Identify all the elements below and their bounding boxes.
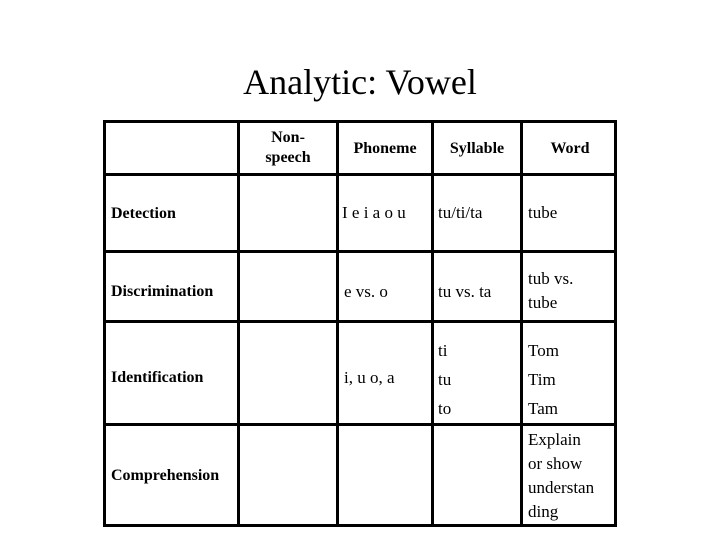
column-divider <box>237 120 240 527</box>
cell-discrimination-word: tub vs. tube <box>528 267 573 315</box>
word-line: tub vs. <box>528 269 574 288</box>
syllable-line: to <box>438 399 452 418</box>
cell-identification-phoneme: i, u o, a <box>344 368 395 387</box>
row-divider <box>103 173 617 176</box>
cell-identification-syllable: ti tu to <box>438 336 451 423</box>
row-divider <box>103 423 617 426</box>
syllable-line: tu <box>438 370 452 389</box>
cell-detection-syllable: tu/ti/ta <box>438 203 483 222</box>
word-line: Explain <box>528 430 581 449</box>
word-line: or show <box>528 454 583 473</box>
column-divider <box>336 120 339 527</box>
column-divider <box>520 120 523 527</box>
word-line: Tam <box>528 399 558 418</box>
row-divider <box>103 320 617 323</box>
cell-discrimination-phoneme: e vs. o <box>344 282 388 301</box>
cell-detection-phoneme: I e i a o u <box>342 203 406 222</box>
row-label-comprehension: Comprehension <box>111 467 220 484</box>
word-line: Tom <box>528 341 559 360</box>
word-line: tube <box>528 293 558 312</box>
header-nonspeech: Non- speech <box>240 128 336 168</box>
word-line: understan <box>528 478 595 497</box>
header-phoneme: Phoneme <box>353 140 417 157</box>
row-label-discrimination: Discrimination <box>111 283 214 300</box>
cell-comprehension-word: Explain or show understan ding <box>528 428 594 524</box>
slide-title: Analytic: Vowel <box>243 62 477 102</box>
header-nonspeech-line: Non- <box>271 129 305 146</box>
row-label-identification: Identification <box>111 369 204 386</box>
row-label-detection: Detection <box>111 205 176 222</box>
header-word: Word <box>550 140 590 157</box>
syllable-line: ti <box>438 341 448 360</box>
column-divider <box>431 120 434 527</box>
header-nonspeech-line: speech <box>265 149 311 166</box>
cell-detection-word: tube <box>528 203 558 222</box>
header-syllable: Syllable <box>449 140 505 157</box>
cell-identification-word: Tom Tim Tam <box>528 336 559 423</box>
row-divider <box>103 250 617 253</box>
word-line: Tim <box>528 370 556 389</box>
word-line: ding <box>528 502 559 521</box>
cell-discrimination-syllable: tu vs. ta <box>438 282 492 301</box>
